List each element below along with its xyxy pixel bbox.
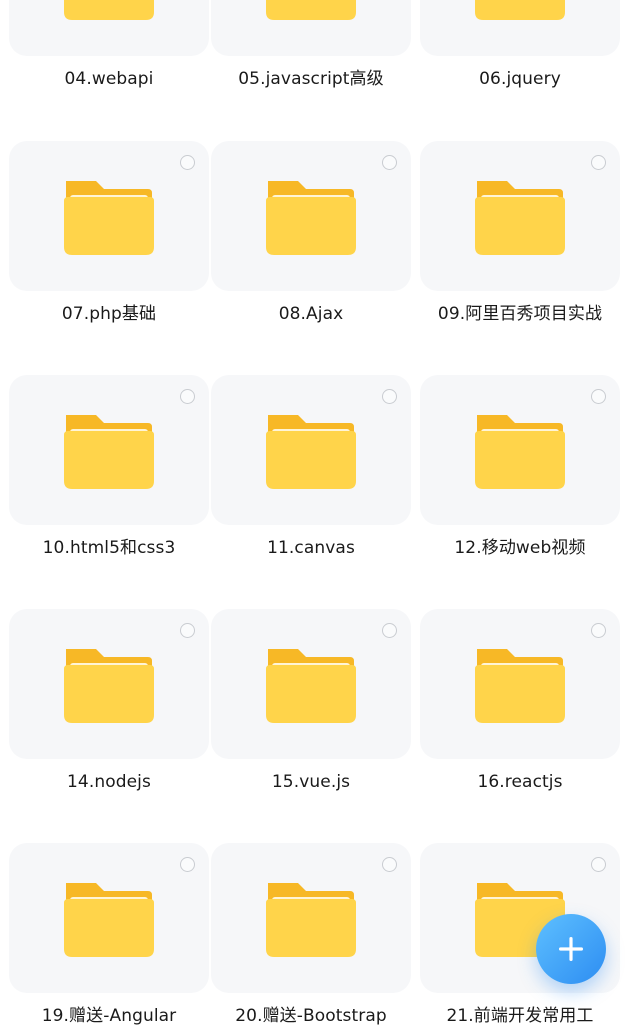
folder-name: 08.Ajax	[278, 304, 344, 324]
folder-name: 07.php基础	[61, 304, 157, 324]
folder-name: 06.jquery	[479, 69, 561, 89]
selection-circle-icon[interactable]	[382, 623, 397, 638]
folder-card	[420, 609, 620, 759]
folder-icon	[266, 883, 356, 957]
plus-icon	[559, 937, 583, 961]
folder-card	[9, 375, 209, 525]
folder-card	[9, 141, 209, 291]
folder-name: 11.canvas	[267, 538, 355, 558]
folder-name: 16.reactjs	[477, 772, 563, 792]
folder-icon	[475, 649, 565, 723]
folder-icon	[64, 181, 154, 255]
folder-icon	[266, 415, 356, 489]
folder-name: 15.vue.js	[271, 772, 351, 792]
selection-circle-icon[interactable]	[180, 623, 195, 638]
selection-circle-icon[interactable]	[382, 389, 397, 404]
folder-name: 14.nodejs	[67, 772, 151, 792]
folder-card	[211, 843, 411, 993]
folder-name: 05.javascript高级	[238, 69, 384, 89]
folder-card	[211, 0, 411, 56]
folder-name: 12.移动web视频	[454, 538, 586, 558]
folder-name: 20.赠送-Bootstrap	[235, 1006, 387, 1026]
folder-grid: 04.webapi 05.javascript高级 06.jquery 07.p…	[0, 0, 627, 1026]
folder-icon	[64, 649, 154, 723]
selection-circle-icon[interactable]	[591, 623, 606, 638]
folder-card	[9, 843, 209, 993]
selection-circle-icon[interactable]	[180, 389, 195, 404]
folder-card	[211, 141, 411, 291]
selection-circle-icon[interactable]	[591, 155, 606, 170]
add-button[interactable]	[536, 914, 606, 984]
selection-circle-icon[interactable]	[180, 857, 195, 872]
folder-name: 19.赠送-Angular	[41, 1006, 177, 1026]
folder-icon	[475, 415, 565, 489]
folder-icon	[475, 181, 565, 255]
folder-icon	[64, 883, 154, 957]
folder-name: 09.阿里百秀项目实战	[437, 304, 603, 324]
selection-circle-icon[interactable]	[591, 389, 606, 404]
selection-circle-icon[interactable]	[591, 857, 606, 872]
folder-icon	[266, 649, 356, 723]
folder-card	[9, 609, 209, 759]
folder-name: 10.html5和css3	[42, 538, 176, 558]
folder-card	[420, 0, 620, 56]
selection-circle-icon[interactable]	[382, 857, 397, 872]
folder-icon	[64, 415, 154, 489]
folder-card	[9, 0, 209, 56]
folder-card	[211, 375, 411, 525]
folder-icon	[475, 0, 565, 20]
folder-name: 21.前端开发常用工	[446, 1006, 594, 1026]
selection-circle-icon[interactable]	[382, 155, 397, 170]
folder-card	[420, 141, 620, 291]
folder-icon	[266, 0, 356, 20]
folder-name: 04.webapi	[64, 69, 154, 89]
folder-icon	[64, 0, 154, 20]
folder-card	[211, 609, 411, 759]
folder-icon	[266, 181, 356, 255]
selection-circle-icon[interactable]	[180, 155, 195, 170]
folder-card	[420, 375, 620, 525]
